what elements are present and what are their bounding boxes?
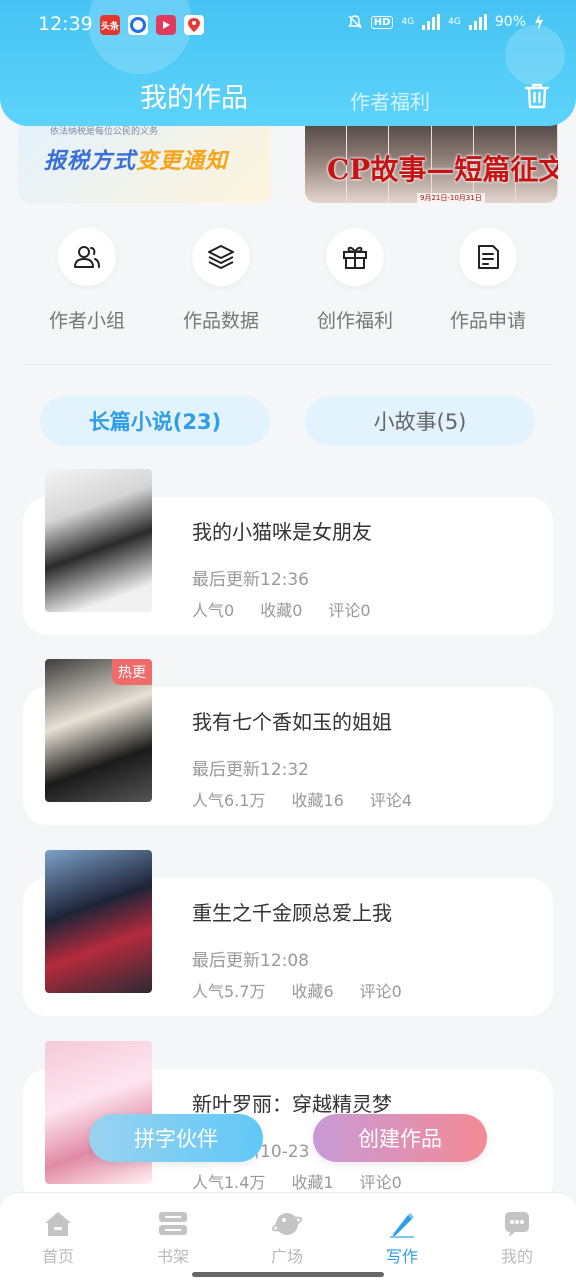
banner-date: 9月21日-10月31日 (417, 193, 485, 203)
network-label: 4G (448, 17, 461, 27)
map-app-icon (184, 15, 204, 35)
banner-title: CP故事—短篇征文 (327, 153, 558, 186)
home-icon (45, 1212, 71, 1236)
quick-creation-benefits[interactable]: 创作福利 (295, 228, 415, 333)
work-title: 新叶罗丽：穿越精灵梦 (192, 1092, 392, 1116)
work-updated: 最后更新12:36 (192, 570, 309, 590)
work-stats: 人气5.7万 收藏6 评论0 (192, 982, 402, 1001)
nav-bookshelf[interactable]: 书架 (133, 1207, 213, 1267)
nav-label: 广场 (270, 1247, 303, 1266)
nav-label: 我的 (500, 1247, 533, 1266)
work-cover[interactable] (45, 1041, 152, 1184)
work-stats: 人气6.1万 收藏16 评论4 (192, 791, 413, 810)
quick-label: 作者小组 (48, 310, 125, 332)
quick-works-data[interactable]: 作品数据 (161, 228, 281, 333)
circle-app-icon (128, 15, 148, 35)
tab-my-works[interactable]: 我的作品 (140, 76, 248, 115)
nav-mine[interactable]: 我的 (477, 1207, 557, 1267)
nav-write[interactable]: 写作 (362, 1207, 442, 1267)
home-indicator[interactable] (192, 1272, 384, 1277)
quick-label: 创作福利 (316, 310, 393, 332)
tab-author-benefits[interactable]: 作者福利 (350, 86, 430, 115)
quick-label: 作品申请 (449, 310, 526, 332)
gift-icon (326, 228, 384, 286)
header-bar: 12:39 头条 HD 4G 4G 90% 我的作品 作者福利 (0, 0, 576, 126)
writing-partner-button[interactable]: 拼字伙伴 (89, 1114, 263, 1162)
layers-icon (192, 228, 250, 286)
work-updated: 最后更新12:08 (192, 951, 309, 971)
bottom-nav: 首页 书架 广场 写作 我的 (0, 1192, 576, 1281)
network-label: 4G (401, 17, 415, 27)
work-stats: 人气0 收藏0 评论0 (192, 601, 371, 620)
tab-long-novels[interactable]: 长篇小说(23) (40, 396, 270, 446)
group-icon (58, 228, 116, 286)
banner-title: 报税方式变更通知 (44, 149, 229, 174)
work-cover[interactable] (45, 850, 152, 993)
status-bar: 12:39 头条 HD 4G 4G 90% (0, 0, 576, 50)
tab-short-stories[interactable]: 小故事(5) (305, 396, 535, 446)
nav-label: 写作 (385, 1247, 418, 1266)
mute-bell-icon (347, 15, 362, 29)
hot-update-badge: 热更 (112, 659, 152, 685)
nav-label: 首页 (41, 1247, 74, 1266)
work-title: 我的小猫咪是女朋友 (192, 520, 372, 544)
signal-icon (422, 14, 441, 30)
bookshelf-icon (159, 1212, 187, 1235)
status-right: HD 4G 4G 90% (347, 14, 544, 30)
divider (24, 364, 552, 365)
status-time: 12:39 (38, 13, 93, 35)
toutiao-icon: 头条 (100, 15, 120, 35)
quick-label: 作品数据 (182, 310, 259, 332)
nav-plaza[interactable]: 广场 (247, 1207, 327, 1267)
charging-icon (535, 14, 543, 30)
work-cover[interactable] (45, 469, 152, 612)
work-stats: 人气1.4万 收藏1 评论0 (192, 1173, 402, 1192)
chat-bubble-icon (505, 1212, 529, 1237)
video-app-icon (156, 15, 176, 35)
hd-badge: HD (370, 15, 394, 29)
work-title: 我有七个香如玉的姐姐 (192, 710, 392, 734)
quick-author-group[interactable]: 作者小组 (27, 228, 147, 333)
trash-icon[interactable] (521, 80, 553, 112)
signal-icon (468, 14, 487, 30)
document-icon (459, 228, 517, 286)
pen-icon (390, 1213, 414, 1238)
work-cover[interactable]: 热更 (45, 659, 152, 802)
work-updated: 最后更新12:32 (192, 760, 309, 780)
planet-icon (271, 1213, 303, 1235)
work-title: 重生之千金顾总爱上我 (192, 901, 392, 925)
quick-works-application[interactable]: 作品申请 (428, 228, 548, 333)
create-work-button[interactable]: 创建作品 (313, 1114, 487, 1162)
battery-percent: 90% (494, 14, 526, 30)
nav-home[interactable]: 首页 (18, 1207, 98, 1267)
nav-label: 书架 (156, 1247, 189, 1266)
